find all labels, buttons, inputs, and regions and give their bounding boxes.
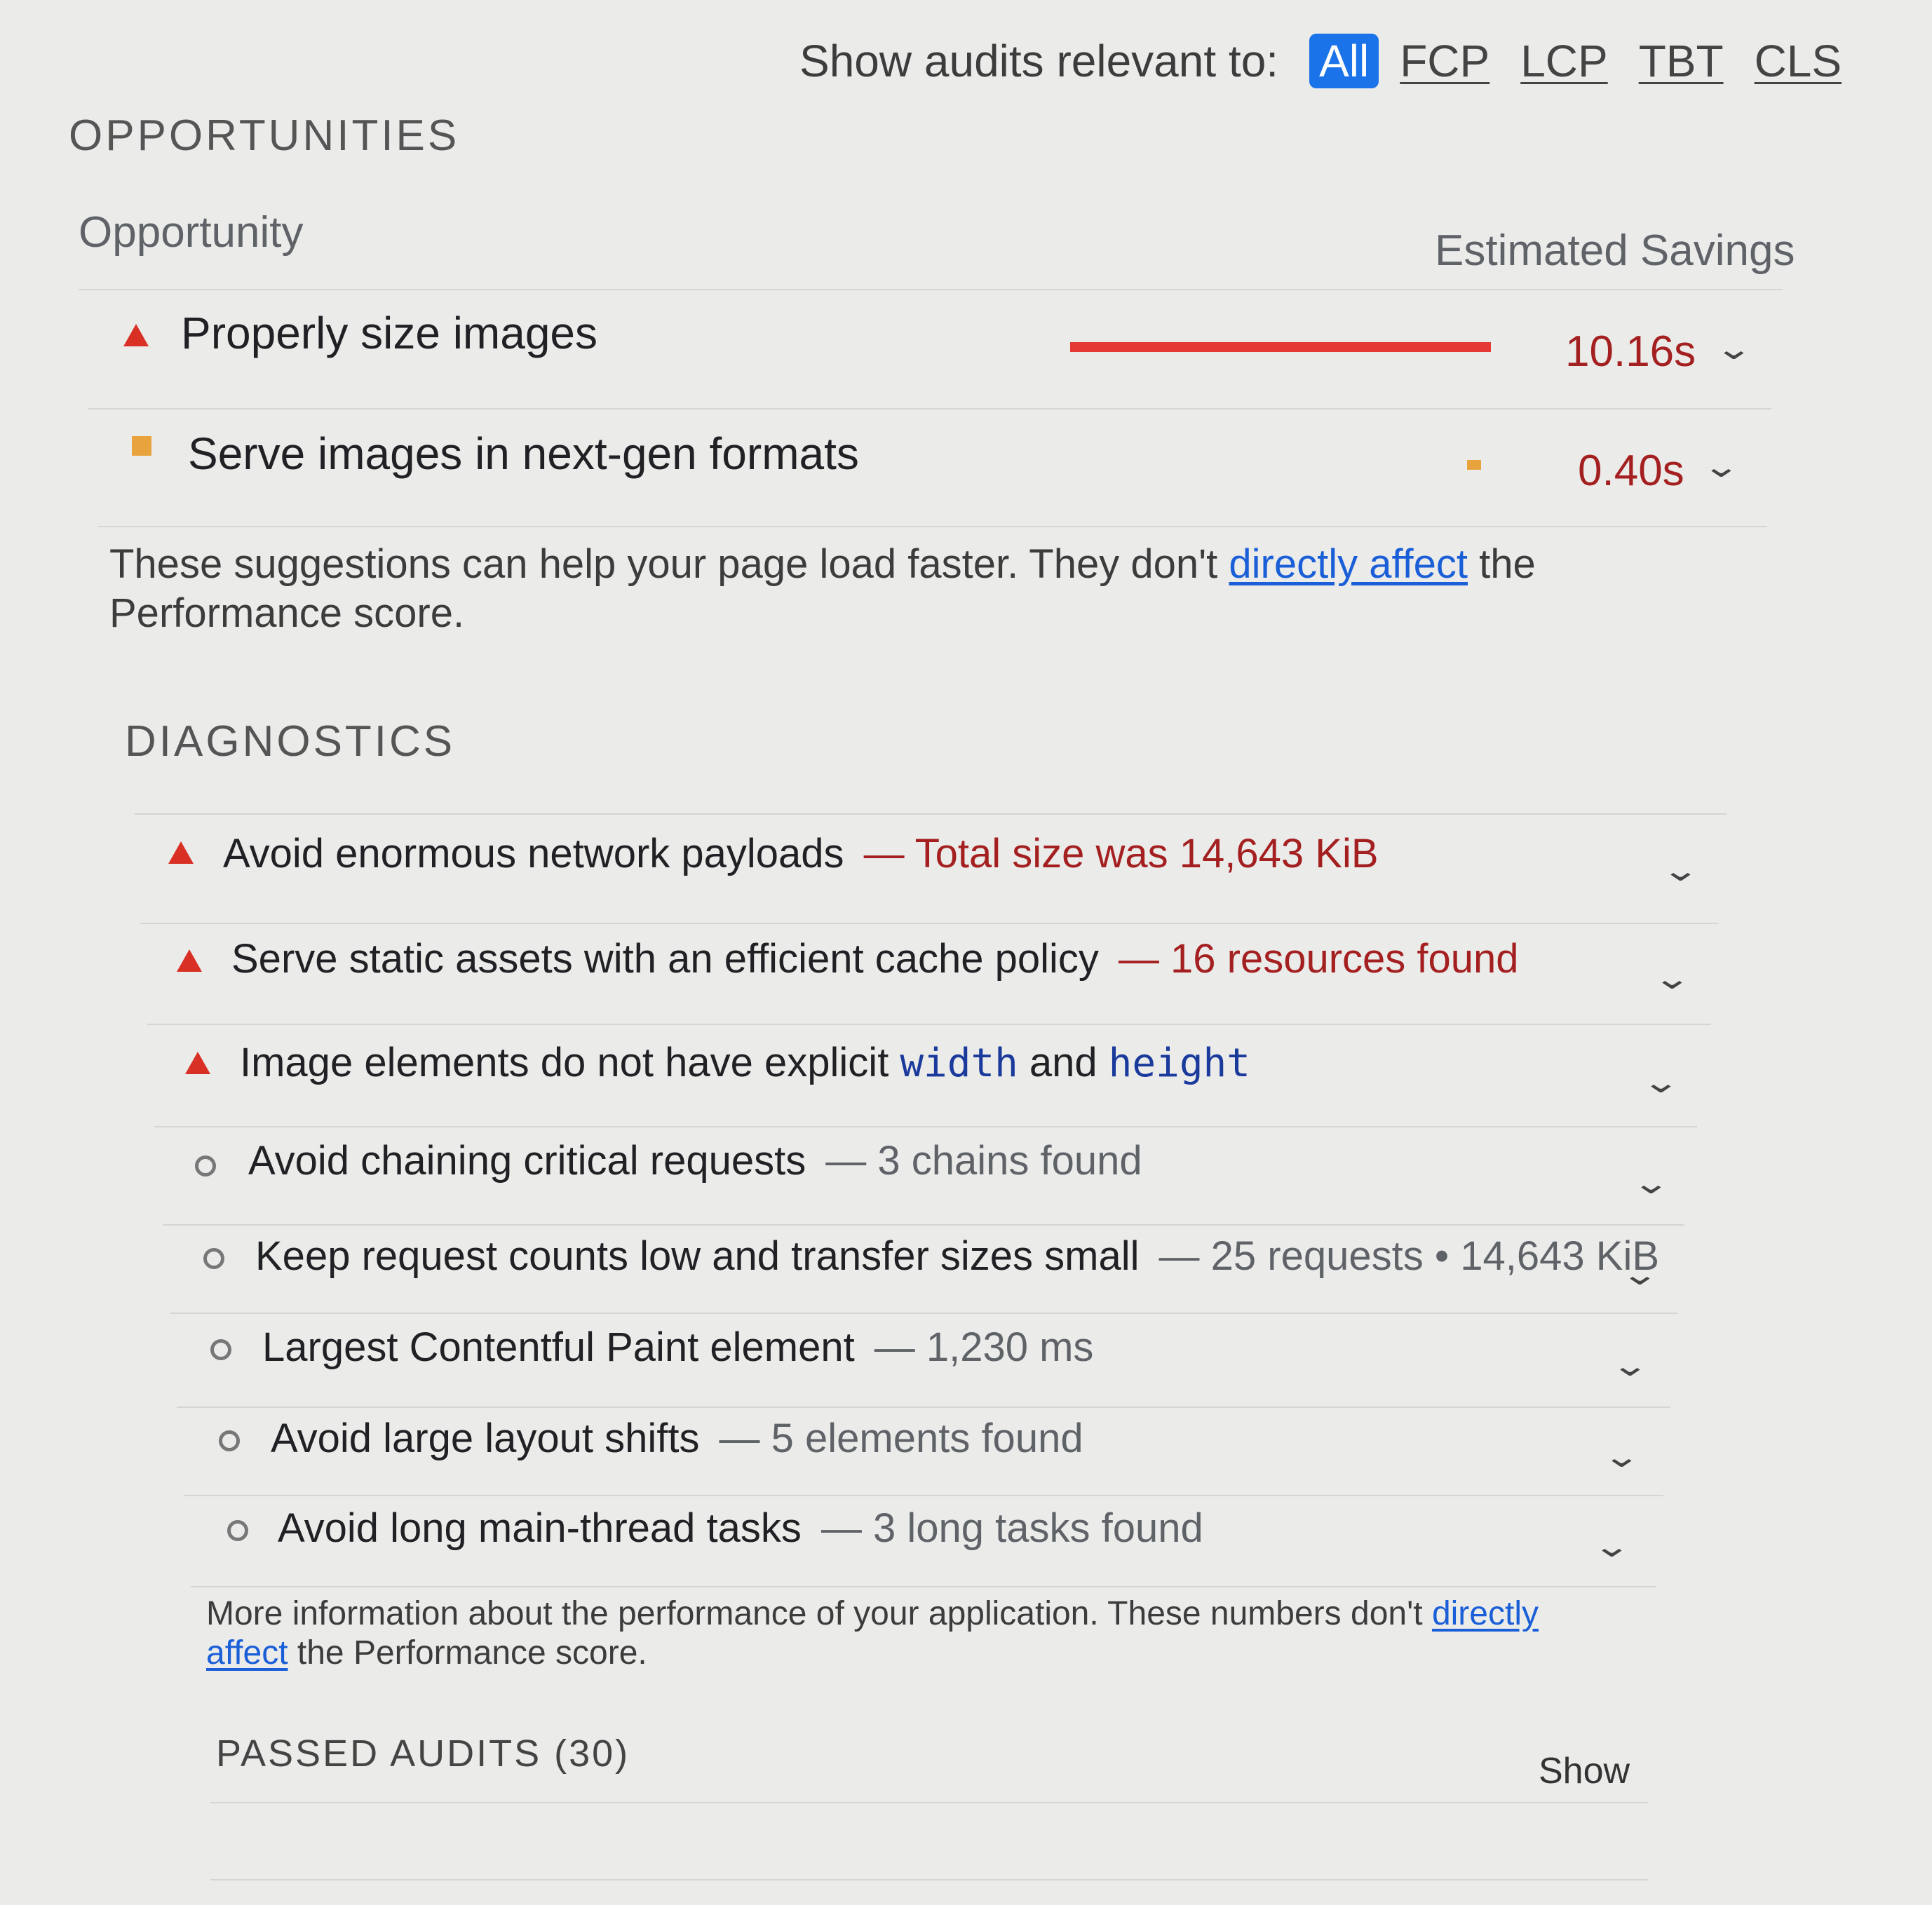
note-text: More information about the performance o… xyxy=(206,1595,1423,1632)
code-width: width xyxy=(900,1040,1018,1086)
chevron-down-icon[interactable]: ⌄ xyxy=(1602,1439,1641,1474)
filter-chip-fcp[interactable]: FCP xyxy=(1400,35,1489,87)
info-circle-icon xyxy=(227,1520,248,1541)
divider xyxy=(140,923,1718,924)
opportunity-title: Serve images in next-gen formats xyxy=(188,428,859,479)
fail-triangle-icon xyxy=(185,1052,210,1074)
diagnostic-title: Largest Contentful Paint element xyxy=(262,1324,855,1370)
diagnostic-row-lcp-element[interactable]: Largest Contentful Paint element — 1,230… xyxy=(175,1320,1690,1404)
diagnostic-text: Serve static assets with an efficient ca… xyxy=(231,935,1519,982)
chevron-down-icon[interactable]: ⌄ xyxy=(1611,1348,1649,1383)
savings-bar xyxy=(1467,460,1481,470)
savings-bar xyxy=(1070,342,1491,352)
fail-triangle-icon xyxy=(177,949,202,972)
diagnostic-row-cache-policy[interactable]: Serve static assets with an efficient ca… xyxy=(147,927,1718,1025)
diagnostic-title: Keep request counts low and transfer siz… xyxy=(255,1233,1140,1279)
diagnostic-title: Avoid large layout shifts xyxy=(271,1416,700,1461)
diagnostic-title: Avoid long main-thread tasks xyxy=(278,1505,802,1551)
savings-value: 10.16s xyxy=(1565,327,1696,376)
diagnostics-heading: DIAGNOSTICS xyxy=(125,717,456,766)
diagnostic-text: Avoid long main-thread tasks — 3 long ta… xyxy=(278,1505,1203,1552)
diagnostic-detail: — 3 chains found xyxy=(825,1138,1142,1184)
info-circle-icon xyxy=(203,1248,224,1269)
directly-affect-link[interactable]: directly affect xyxy=(1229,541,1468,587)
divider xyxy=(79,289,1783,290)
divider xyxy=(177,1406,1670,1408)
note-text: These suggestions can help your page loa… xyxy=(109,541,1218,587)
note-text: the Performance score. xyxy=(297,1634,647,1672)
divider xyxy=(98,526,1767,527)
diagnostic-title: Avoid chaining critical requests xyxy=(248,1138,806,1184)
diagnostic-text: Avoid chaining critical requests — 3 cha… xyxy=(248,1137,1142,1184)
diagnostic-row-layout-shifts[interactable]: Avoid large layout shifts — 5 elements f… xyxy=(182,1411,1683,1495)
divider xyxy=(170,1313,1677,1314)
chevron-down-icon[interactable]: ⌄ xyxy=(1632,1165,1670,1201)
diagnostic-row-image-dimensions[interactable]: Image elements do not have explicit widt… xyxy=(154,1029,1711,1127)
divider xyxy=(163,1224,1684,1226)
diagnostic-title: Serve static assets with an efficient ca… xyxy=(231,936,1099,982)
opportunity-title: Properly size images xyxy=(181,308,597,358)
passed-audits-heading[interactable]: PASSED AUDITS (30) xyxy=(216,1732,630,1775)
show-passed-audits-button[interactable]: Show xyxy=(1539,1750,1630,1792)
chevron-down-icon[interactable]: ⌄ xyxy=(1702,449,1741,484)
chevron-down-icon[interactable]: ⌄ xyxy=(1653,961,1691,996)
code-height: height xyxy=(1108,1040,1250,1086)
diagnostic-text: Largest Contentful Paint element — 1,230… xyxy=(262,1324,1093,1371)
info-circle-icon xyxy=(210,1339,231,1360)
chevron-down-icon[interactable]: ⌄ xyxy=(1593,1528,1631,1564)
chevron-down-icon[interactable]: ⌄ xyxy=(1661,853,1700,888)
average-square-icon xyxy=(132,436,151,456)
diagnostic-row-long-tasks[interactable]: Avoid long main-thread tasks — 3 long ta… xyxy=(189,1500,1676,1585)
info-circle-icon xyxy=(219,1430,240,1451)
divider xyxy=(88,408,1771,409)
diagnostic-title-before: Image elements do not have explicit xyxy=(240,1040,889,1085)
opportunities-note: These suggestions can help your page loa… xyxy=(109,540,1652,638)
filter-chip-lcp[interactable]: LCP xyxy=(1520,35,1608,87)
diagnostic-detail: — Total size was 14,643 KiB xyxy=(863,831,1379,876)
info-circle-icon xyxy=(195,1155,216,1177)
diagnostics-note: More information about the performance o… xyxy=(206,1594,1609,1673)
diagnostic-row-critical-requests[interactable]: Avoid chaining critical requests — 3 cha… xyxy=(161,1130,1704,1221)
chevron-down-icon[interactable]: ⌄ xyxy=(1621,1256,1659,1292)
filter-chip-tbt[interactable]: TBT xyxy=(1639,35,1724,87)
opportunity-column-header: Opportunity xyxy=(79,208,304,257)
savings-value: 0.40s xyxy=(1578,447,1684,495)
divider xyxy=(210,1802,1648,1803)
diagnostic-detail: — 25 requests • 14,643 KiB xyxy=(1158,1233,1660,1279)
diagnostic-title: Avoid enormous network payloads xyxy=(223,831,844,876)
diagnostic-detail: — 16 resources found xyxy=(1118,936,1519,982)
diagnostic-row-network-payloads[interactable]: Avoid enormous network payloads — Total … xyxy=(140,820,1725,918)
chevron-down-icon[interactable]: ⌄ xyxy=(1715,331,1753,367)
divider xyxy=(135,813,1727,815)
filter-chip-all[interactable]: All xyxy=(1309,34,1379,88)
chevron-down-icon[interactable]: ⌄ xyxy=(1642,1064,1680,1100)
opportunity-row-next-gen-formats[interactable]: Serve images in next-gen formats 0.40s ⌄ xyxy=(84,418,1767,523)
divider xyxy=(147,1024,1711,1025)
audit-filter-bar: Show audits relevant to: All FCP LCP TBT… xyxy=(799,34,1842,88)
diagnostic-detail: — 1,230 ms xyxy=(874,1324,1094,1370)
divider xyxy=(191,1586,1656,1587)
opportunities-heading: OPPORTUNITIES xyxy=(69,111,460,160)
diagnostic-text: Avoid large layout shifts — 5 elements f… xyxy=(271,1415,1083,1462)
diagnostic-text: Keep request counts low and transfer siz… xyxy=(255,1233,1659,1280)
fail-triangle-icon xyxy=(168,841,194,864)
opportunity-row-properly-size-images[interactable]: Properly size images 10.16s ⌄ xyxy=(77,300,1774,405)
fail-triangle-icon xyxy=(123,324,149,346)
diagnostic-row-request-counts[interactable]: Keep request counts low and transfer siz… xyxy=(168,1228,1697,1313)
divider xyxy=(210,1879,1648,1880)
filter-chip-cls[interactable]: CLS xyxy=(1755,35,1842,87)
estimated-savings-column-header: Estimated Savings xyxy=(1435,226,1795,275)
diagnostic-text: Avoid enormous network payloads — Total … xyxy=(223,830,1379,877)
diagnostic-detail: — 3 long tasks found xyxy=(820,1505,1203,1551)
divider xyxy=(184,1495,1663,1496)
filter-label: Show audits relevant to: xyxy=(799,36,1279,86)
diagnostic-title-mid: and xyxy=(1029,1040,1097,1085)
diagnostic-detail: — 5 elements found xyxy=(719,1416,1083,1461)
divider xyxy=(154,1126,1697,1127)
diagnostic-text: Image elements do not have explicit widt… xyxy=(240,1039,1250,1086)
